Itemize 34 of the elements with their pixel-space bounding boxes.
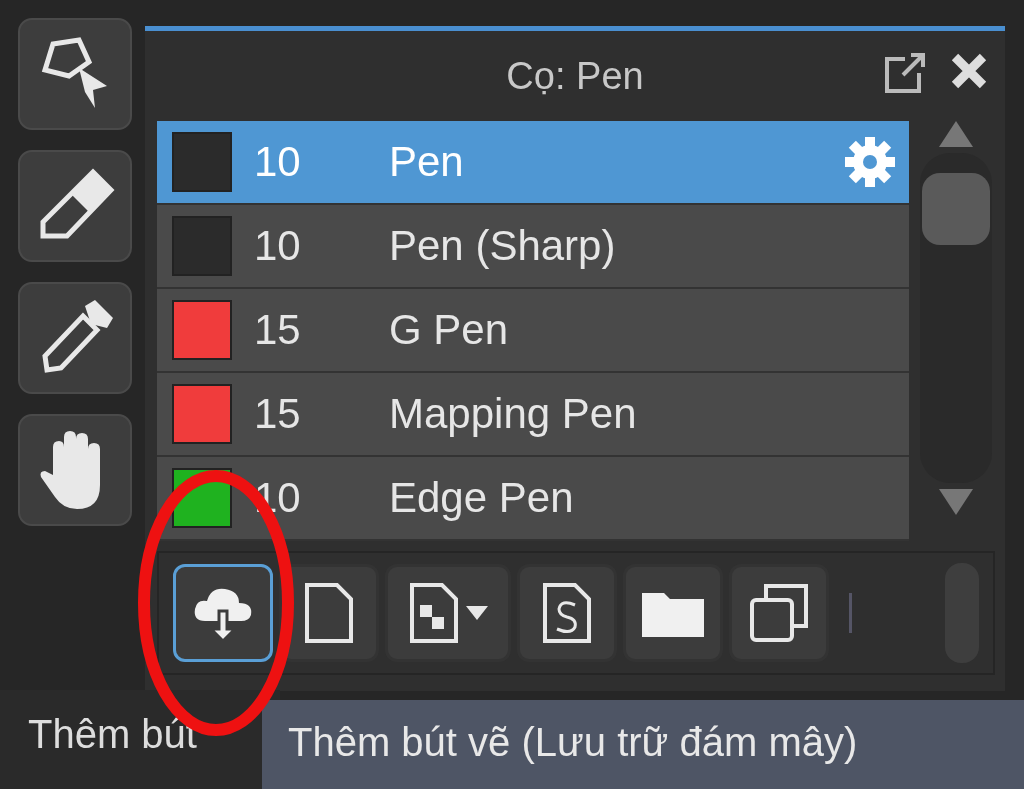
brush-size: 15 [254,306,302,354]
brush-row[interactable]: 10 Pen (Sharp) [157,205,910,289]
duplicate-button[interactable] [729,564,829,662]
tool-button[interactable] [18,414,132,526]
panel-title: Cọ: Pen [506,54,644,98]
copy-button[interactable] [385,564,511,662]
folder-button[interactable] [623,564,723,662]
brush-name: G Pen [389,306,510,354]
brush-name: Pen (Sharp) [389,222,617,270]
blank-page-icon [303,581,355,645]
brush-name: Pen [389,138,465,186]
brush-size: 10 [254,222,302,270]
brush-size: 15 [254,390,302,438]
tool-button[interactable] [18,150,132,262]
brush-name: Edge Pen [389,474,575,522]
scroll-down-icon[interactable] [939,489,974,515]
page-copy-icon [408,581,460,645]
cloud-button[interactable] [173,564,273,662]
scroll-up-icon[interactable] [939,121,974,147]
brush-name: Mapping Pen [389,390,638,438]
duplicate-icon [748,582,810,644]
tooltip: Thêm bút vẽ (Lưu trữ đám mây) [262,700,1024,789]
brush-row[interactable]: 15 Mapping Pen [157,373,910,457]
tool-button[interactable] [18,18,132,130]
caret-icon [466,606,488,620]
brush-row[interactable]: 15 G Pen [157,289,910,373]
close-icon[interactable] [949,51,989,91]
script-page-icon [541,581,593,645]
scrollbar-thumb[interactable] [922,173,991,245]
script-button[interactable] [517,564,617,662]
tool-button[interactable] [18,282,132,394]
brush-size: 10 [254,138,302,186]
settings-icon[interactable] [843,135,898,189]
undock-icon[interactable] [883,51,927,95]
